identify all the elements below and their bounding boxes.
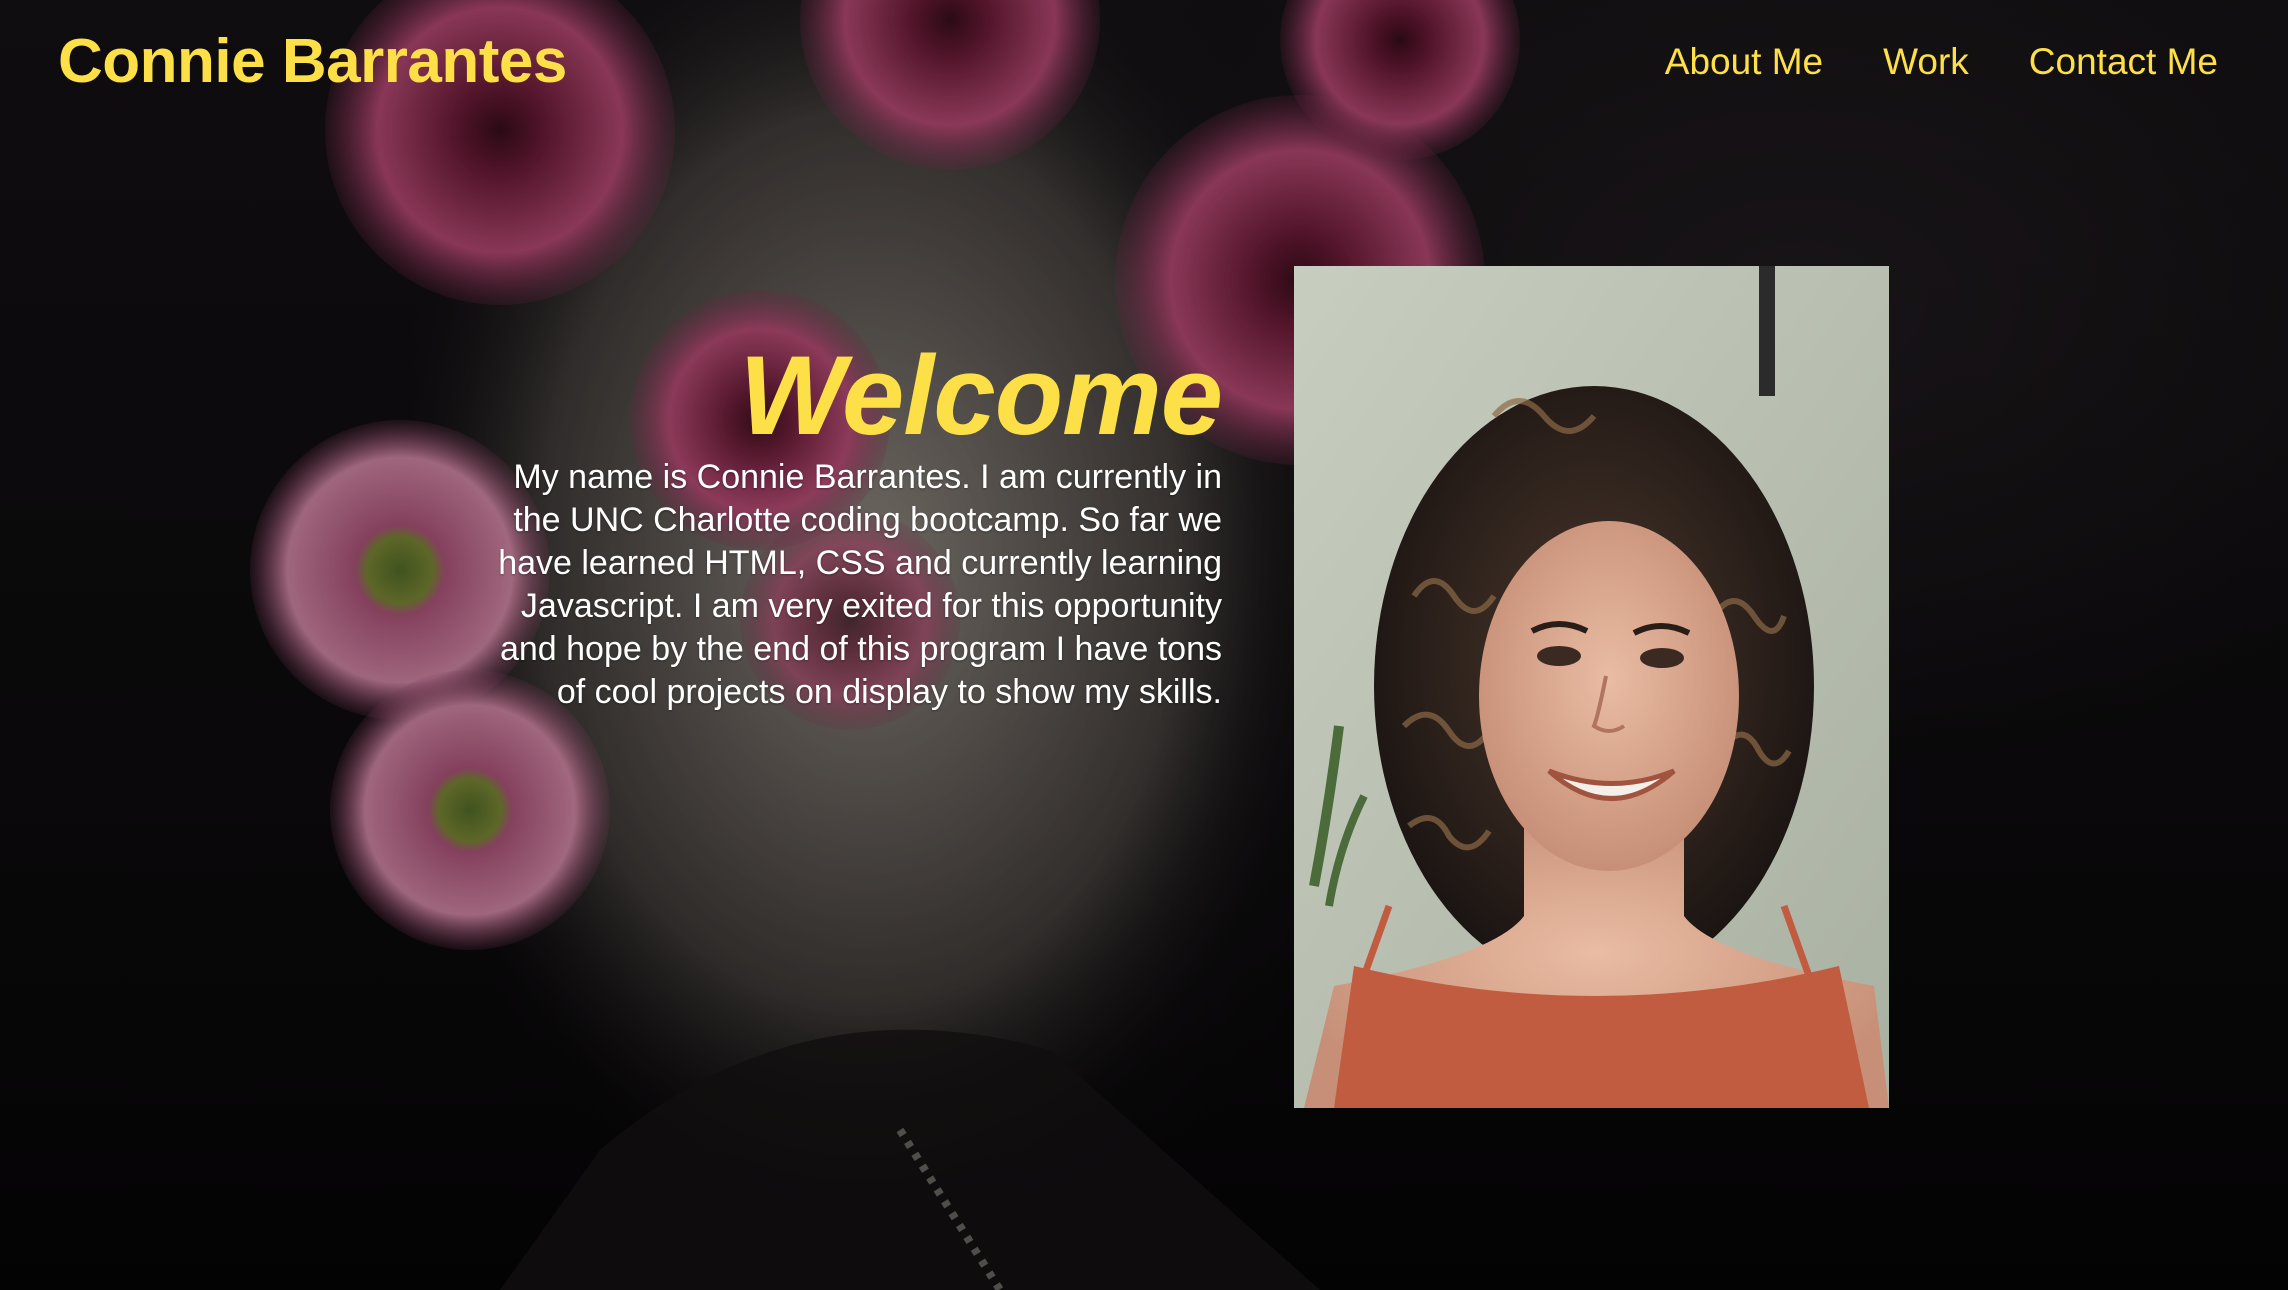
profile-photo (1294, 266, 1889, 1108)
site-title[interactable]: Connie Barrantes (58, 27, 567, 96)
intro-section: Welcome My name is Connie Barrantes. I a… (480, 333, 1223, 714)
nav-contact-me-link[interactable]: Contact Me (2029, 40, 2218, 84)
nav-about-me-link[interactable]: About Me (1665, 40, 1823, 84)
main-nav: About Me Work Contact Me (1665, 40, 2218, 84)
welcome-heading: Welcome (739, 333, 1223, 458)
page: Connie Barrantes About Me Work Contact M… (0, 0, 2288, 1290)
bio-paragraph: My name is Connie Barrantes. I am curren… (498, 458, 1222, 711)
nav-work-link[interactable]: Work (1883, 40, 1969, 84)
